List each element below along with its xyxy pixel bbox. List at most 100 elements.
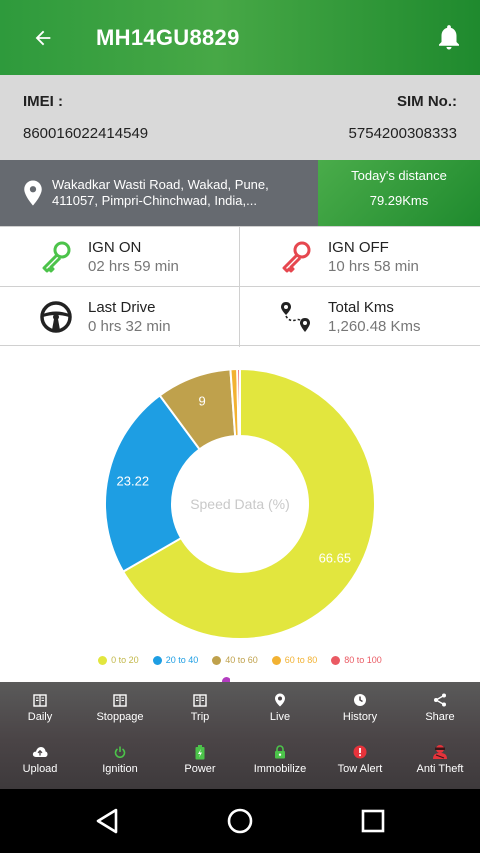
- slice-value-label: 23.22: [117, 474, 150, 489]
- page-title: MH14GU8829: [96, 24, 240, 50]
- legend-dot: [152, 655, 162, 665]
- menu-row-reports: Daily Stoppage Trip Live History Share: [0, 682, 480, 734]
- divider: [239, 227, 240, 347]
- nav-back-icon[interactable]: [94, 807, 120, 835]
- history-icon: [320, 692, 400, 708]
- report-icon: [160, 692, 240, 708]
- report-icon: [80, 692, 160, 708]
- menu-stoppage-button[interactable]: Stoppage: [80, 682, 160, 734]
- device-info-panel: IMEI : SIM No.: 860016022414549 57542003…: [0, 75, 480, 160]
- notifications-button[interactable]: [434, 22, 464, 52]
- location-pin-icon: [24, 180, 42, 206]
- imei-label: IMEI :: [23, 93, 63, 110]
- arrow-back-icon: [35, 30, 51, 45]
- menu-label: Share: [425, 711, 455, 723]
- key-red-icon: [282, 241, 311, 273]
- imei-value: 860016022414549: [23, 125, 149, 142]
- legend-dot: [98, 655, 108, 665]
- bell-icon: [439, 25, 459, 50]
- slice-value-label: 66.65: [319, 551, 352, 566]
- legend-dot: [212, 655, 222, 665]
- distance-value: 79.29Kms: [369, 193, 429, 208]
- stat-value: 1,260.48 Kms: [328, 318, 421, 335]
- stat-total-kms: Total Kms 1,260.48 Kms: [240, 287, 480, 347]
- legend-dot: [271, 655, 281, 665]
- address-text: Wakadkar Wasti Road, Wakad, Pune, 411057…: [52, 177, 269, 208]
- legend-item[interactable]: 60 to 80: [271, 652, 317, 668]
- battery-icon: [160, 744, 240, 760]
- menu-upload-button[interactable]: Upload: [0, 734, 80, 786]
- distance-label: Today's distance: [351, 168, 447, 183]
- key-green-icon: [42, 241, 71, 273]
- legend-label: 40 to 60: [225, 655, 258, 665]
- legend-label: 80 to 100: [344, 655, 382, 665]
- address-panel[interactable]: Wakadkar Wasti Road, Wakad, Pune, 411057…: [0, 160, 318, 226]
- route-icon: [281, 302, 310, 332]
- stats-grid: IGN ON 02 hrs 59 min IGN OFF 10 hrs 58 m…: [0, 226, 480, 347]
- speed-donut-chart[interactable]: Speed Data (%) 66.65 23.22 9: [0, 346, 480, 656]
- menu-power-button[interactable]: Power: [160, 734, 240, 786]
- today-distance-panel: Today's distance 79.29Kms: [318, 160, 480, 226]
- system-navigation-bar: [0, 789, 480, 853]
- menu-label: Ignition: [102, 763, 138, 775]
- cloud-upload-icon: [0, 744, 80, 760]
- menu-trip-button[interactable]: Trip: [160, 682, 240, 734]
- app-bar: MH14GU8829: [0, 0, 480, 75]
- menu-live-button[interactable]: Live: [240, 682, 320, 734]
- report-icon: [0, 692, 80, 708]
- legend-item[interactable]: 0 to 20: [98, 652, 139, 668]
- sim-value: 5754200308333: [348, 125, 457, 142]
- stat-label: IGN ON: [88, 239, 142, 256]
- menu-anti-theft-button[interactable]: Anti Theft: [400, 734, 480, 786]
- stat-value: 10 hrs 58 min: [328, 258, 419, 275]
- legend-label: 0 to 20: [111, 655, 139, 665]
- chart-legend: 0 to 20 20 to 40 40 to 60 60 to 80 80 to 100: [0, 652, 480, 668]
- lock-icon: [240, 744, 320, 760]
- menu-label: Anti Theft: [416, 763, 464, 775]
- power-icon: [80, 744, 160, 760]
- menu-label: Live: [269, 711, 291, 723]
- legend-item[interactable]: 80 to 100: [331, 652, 382, 668]
- menu-tow-alert-button[interactable]: Tow Alert: [320, 734, 400, 786]
- menu-label: Power: [184, 763, 216, 775]
- location-row: Wakadkar Wasti Road, Wakad, Pune, 411057…: [0, 160, 480, 226]
- legend-item[interactable]: 20 to 40: [152, 652, 199, 668]
- stat-value: 0 hrs 32 min: [88, 318, 171, 335]
- legend-dot: [331, 655, 341, 665]
- menu-label: History: [342, 711, 378, 723]
- menu-label: Trip: [190, 711, 210, 723]
- stat-label: Total Kms: [328, 299, 394, 316]
- stat-ign-off: IGN OFF 10 hrs 58 min: [240, 227, 480, 287]
- slice-value-label: 9: [198, 393, 205, 408]
- stat-value: 02 hrs 59 min: [88, 258, 179, 275]
- menu-label: Upload: [22, 763, 58, 775]
- nav-home-icon[interactable]: [226, 807, 254, 835]
- stat-label: Last Drive: [88, 299, 156, 316]
- sim-label: SIM No.:: [397, 93, 457, 110]
- menu-label: Immobilize: [253, 763, 307, 775]
- legend-label: 20 to 40: [165, 655, 199, 665]
- location-pin-icon: [240, 692, 320, 708]
- menu-immobilize-button[interactable]: Immobilize: [240, 734, 320, 786]
- menu-row-controls: Upload Ignition Power Immobilize Tow Alert An…: [0, 734, 480, 786]
- thief-icon: [400, 744, 480, 760]
- chart-title: Speed Data (%): [190, 496, 290, 512]
- alert-icon: [320, 744, 400, 760]
- stat-label: IGN OFF: [328, 239, 389, 256]
- menu-daily-button[interactable]: Daily: [0, 682, 80, 734]
- menu-share-button[interactable]: Share: [400, 682, 480, 734]
- menu-label: Daily: [27, 711, 53, 723]
- stat-last-drive: Last Drive 0 hrs 32 min: [0, 287, 240, 347]
- nav-recents-icon[interactable]: [361, 809, 385, 833]
- stat-ign-on: IGN ON 02 hrs 59 min: [0, 227, 240, 287]
- menu-label: Tow Alert: [337, 763, 383, 775]
- menu-ignition-button[interactable]: Ignition: [80, 734, 160, 786]
- bottom-action-menu: Daily Stoppage Trip Live History Share Upload…: [0, 682, 480, 789]
- pie-slice-80-to-100[interactable]: [236, 367, 241, 438]
- menu-history-button[interactable]: History: [320, 682, 400, 734]
- menu-label: Stoppage: [96, 711, 144, 723]
- steering-wheel-icon: [40, 301, 72, 333]
- back-button[interactable]: [22, 17, 64, 59]
- share-icon: [400, 692, 480, 708]
- legend-item[interactable]: 40 to 60: [212, 652, 258, 668]
